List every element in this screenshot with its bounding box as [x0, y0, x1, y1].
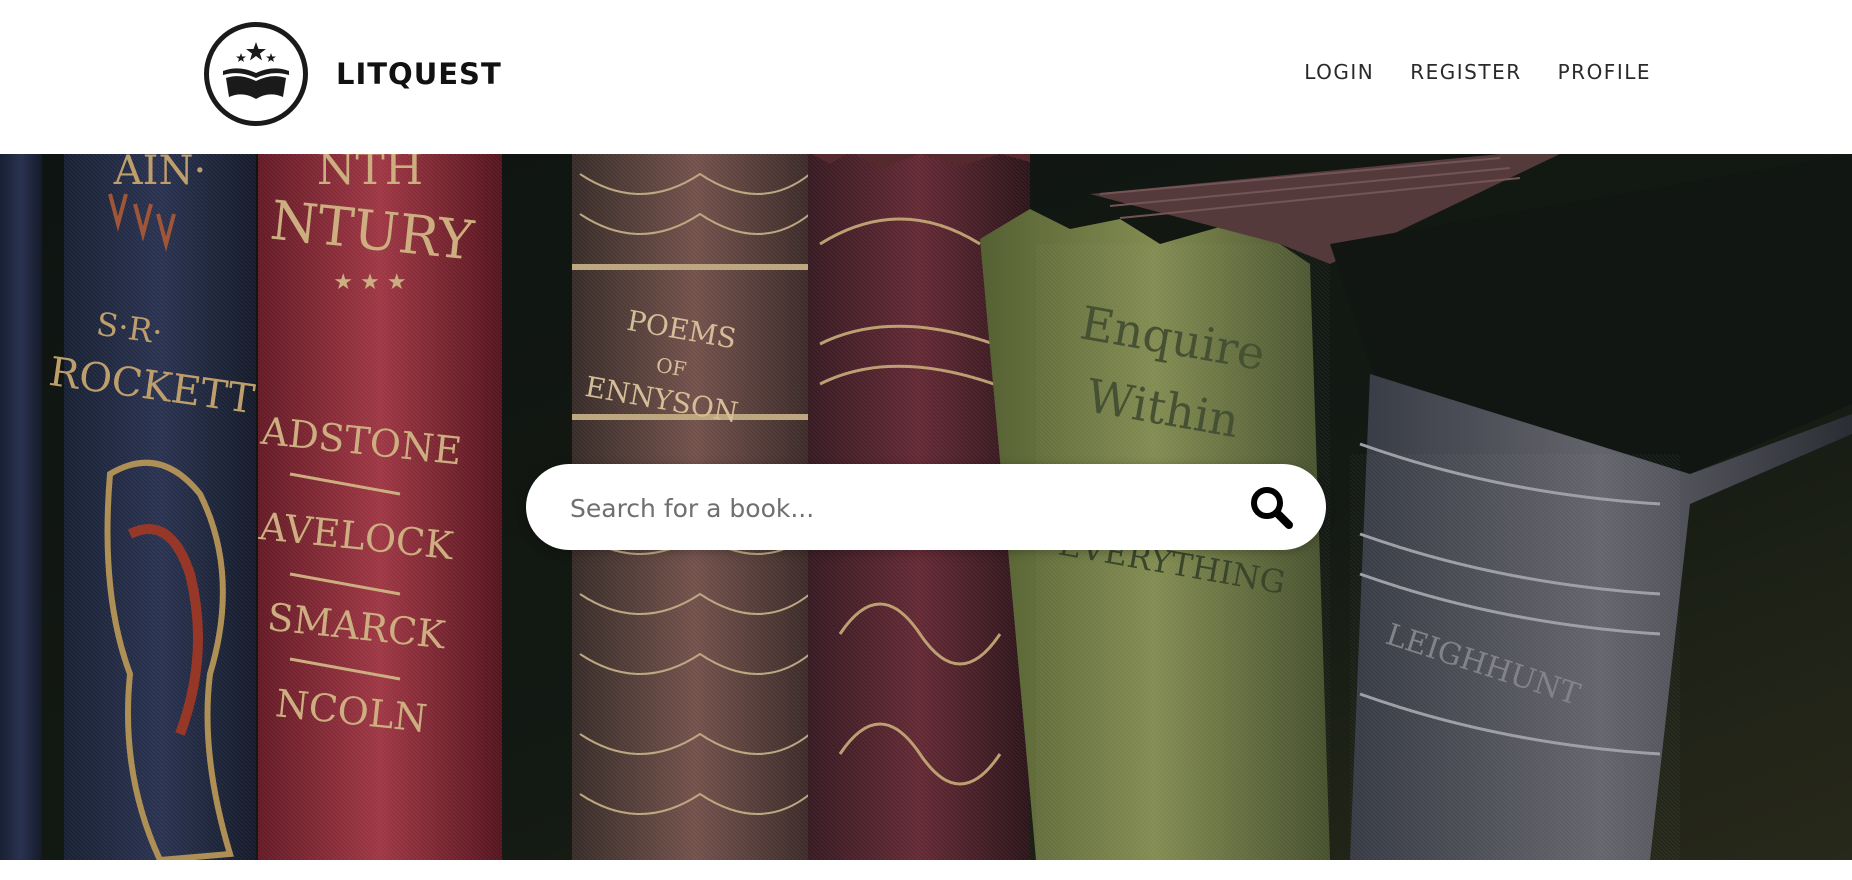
home-logo-link[interactable]: LITQUEST [204, 22, 502, 126]
search-bar [526, 464, 1326, 550]
main-nav: LOGIN REGISTER PROFILE [1304, 60, 1651, 84]
nav-login-link[interactable]: LOGIN [1304, 60, 1374, 84]
search-icon [1251, 487, 1293, 529]
nav-profile-link[interactable]: PROFILE [1558, 60, 1651, 84]
site-header: LITQUEST LOGIN REGISTER PROFILE [0, 0, 1852, 154]
nav-register-link[interactable]: REGISTER [1410, 60, 1521, 84]
search-button[interactable] [1248, 484, 1296, 532]
page-bottom-strip [0, 860, 1852, 880]
brand-name: LITQUEST [336, 57, 502, 91]
search-input[interactable] [568, 484, 1212, 532]
open-book-stars-icon [204, 22, 308, 126]
